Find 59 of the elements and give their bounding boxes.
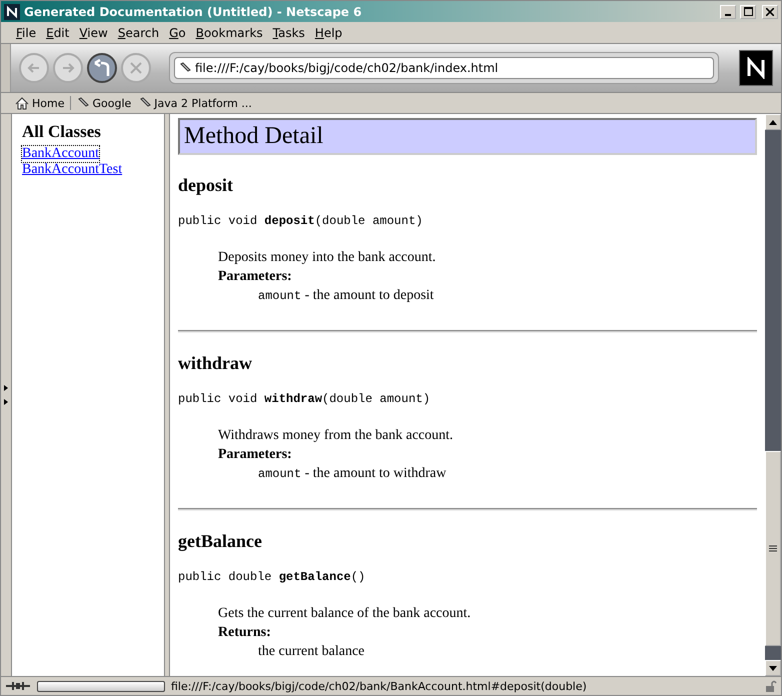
grip-icon: [769, 545, 777, 552]
menu-item[interactable]: View: [74, 26, 113, 40]
method-signature: public void withdraw(double amount): [178, 392, 432, 406]
curved-arrow-icon: [93, 59, 111, 77]
padlock-icon: [765, 680, 777, 692]
menu-item[interactable]: Search: [112, 26, 164, 40]
bookmark-icon: [139, 97, 152, 109]
house-icon: [15, 96, 29, 110]
logo-icon: [739, 50, 773, 86]
detail-text: amount - the amount to withdraw: [258, 465, 448, 483]
class-link[interactable]: BankAccount: [22, 146, 99, 162]
method-description: Deposits money into the bank account.: [218, 249, 437, 267]
connection-icon: [5, 681, 31, 691]
class-link[interactable]: BankAccountTest: [22, 162, 122, 178]
menu-item[interactable]: Help: [310, 26, 348, 40]
close-button[interactable]: [762, 4, 778, 18]
window-title: Generated Documentation (Untitled) - Netscape 6: [24, 4, 363, 18]
menu-item[interactable]: Edit: [41, 26, 74, 40]
scrollbar-track[interactable]: [765, 114, 781, 676]
toolbar-grip[interactable]: [1, 44, 11, 92]
method-description: Withdraws money from the bank account.: [218, 427, 454, 445]
detail-text: the current balance: [258, 643, 366, 661]
method-description: Gets the current balance of the bank account.: [218, 605, 472, 623]
page-icon: [179, 62, 191, 74]
minimize-button[interactable]: [720, 4, 736, 18]
maximize-icon: [744, 7, 752, 16]
minimize-icon: [725, 14, 731, 16]
method-signature: public double getBalance(): [178, 570, 366, 584]
scroll-down-button[interactable]: [765, 660, 781, 676]
method-name: getBalance: [178, 531, 263, 552]
method-name: withdraw: [178, 353, 254, 374]
address-field[interactable]: file:///F:/cay/books/bigj/code/ch02/bank/index.html: [174, 57, 714, 79]
sidebar-title: All Classes: [22, 122, 102, 142]
app-icon: [4, 4, 20, 20]
status-text: file:///F:/cay/books/bigj/code/ch02/bank/BankAccount.html#deposit(double): [171, 680, 588, 692]
method-signature: public void deposit(double amount): [178, 214, 424, 228]
bookmark-link[interactable]: Java 2 Platform ...: [135, 96, 256, 110]
bookmark-link[interactable]: Google: [73, 96, 136, 110]
maximize-button[interactable]: [740, 4, 756, 18]
bookmark-icon: [77, 97, 90, 109]
scroll-up-button[interactable]: [765, 114, 781, 130]
menu-item[interactable]: Go: [164, 26, 191, 40]
reload-button[interactable]: [87, 53, 117, 83]
section-heading: Method Detail: [178, 118, 757, 155]
expand-arrow-icon[interactable]: [4, 385, 8, 391]
expand-arrow-icon[interactable]: [4, 399, 8, 405]
section-label: Parameters:: [218, 446, 293, 464]
method-name: deposit: [178, 175, 234, 196]
up-arrow-icon: [769, 120, 777, 124]
bookmark-link[interactable]: Home: [11, 96, 68, 110]
menu-item[interactable]: File: [11, 26, 42, 40]
section-label: Returns:: [218, 624, 272, 642]
section-label: Parameters:: [218, 268, 293, 286]
scroll-thumb[interactable]: [765, 451, 781, 646]
menu-item[interactable]: Tasks: [268, 26, 310, 40]
menu-item[interactable]: Bookmarks: [190, 26, 268, 40]
down-arrow-icon: [769, 666, 777, 670]
close-icon: [766, 8, 774, 16]
detail-text: amount - the amount to deposit: [258, 287, 435, 305]
